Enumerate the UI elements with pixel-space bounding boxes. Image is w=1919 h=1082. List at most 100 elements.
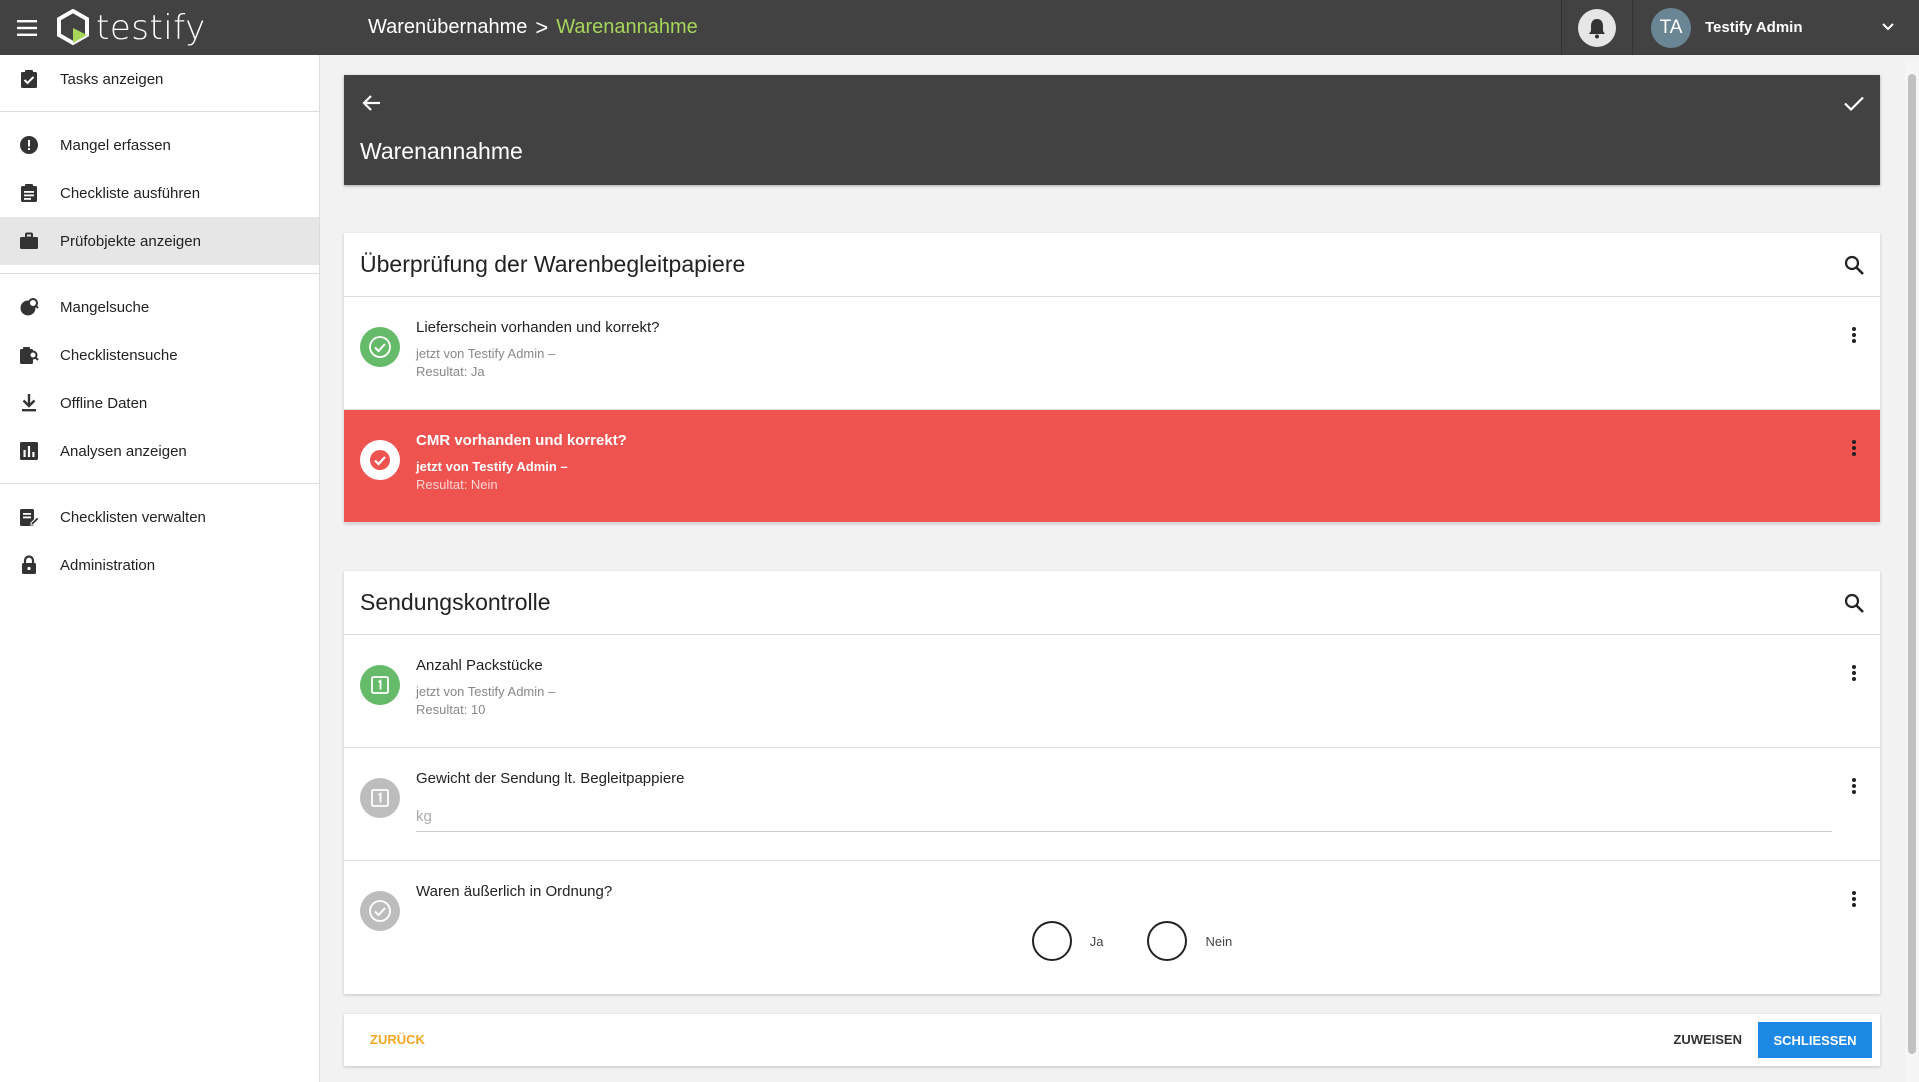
checklist-item-failed[interactable]: CMR vorhanden und korrekt? jetzt von Tes… [344,410,1880,523]
lock-icon [18,554,40,576]
sidebar-item-label: Checklistensuche [60,346,178,364]
sidebar-item-label: Checklisten verwalten [60,508,206,526]
radio-option-nein[interactable]: Nein [1147,921,1232,961]
download-icon [18,392,40,414]
breadcrumb: Warenübernahme > Warenannahme [368,15,698,41]
sidebar-item-label: Mangelsuche [60,298,150,316]
back-button[interactable]: ZURÜCK [370,1032,425,1047]
scrollbar-thumb[interactable] [1908,74,1916,1054]
search-icon[interactable] [1842,591,1866,615]
sidebar-item-analysen[interactable]: Analysen anzeigen [0,427,319,475]
sidebar-item-pruefobjekte[interactable]: Prüfobjekte anzeigen [0,217,319,265]
testify-logo[interactable]: testify [56,8,366,48]
edit-document-icon [18,506,40,528]
radio-circle[interactable] [1031,921,1072,961]
item-title: CMR vorhanden und korrekt? [416,432,627,449]
notifications-button[interactable] [1561,0,1633,55]
section-header: Überprüfung der Warenbegleitpapiere [344,233,1880,297]
sidebar-item-label: Analysen anzeigen [60,442,187,460]
item-meta: jetzt von Testify Admin – Resultat: 10 [416,683,555,719]
arrow-back-icon[interactable] [358,89,386,117]
close-button[interactable]: SCHLIESSEN [1758,1022,1872,1058]
status-fail-icon [360,440,400,480]
checklist-item[interactable]: Lieferschein vorhanden und korrekt? jetz… [344,297,1880,410]
more-vert-icon[interactable] [1844,774,1864,798]
sidebar-divider [0,111,319,112]
sidebar-item-label: Administration [60,556,156,574]
more-vert-icon[interactable] [1844,436,1864,460]
sidebar-item-label: Prüfobjekte anzeigen [60,232,201,250]
item-meta: jetzt von Testify Admin – Resultat: Ja [416,345,555,381]
sidebar-item-label: Mangel erfassen [60,136,171,154]
radio-circle[interactable] [1147,921,1188,961]
status-ok-icon [360,327,400,367]
user-name: Testify Admin [1705,19,1803,36]
more-vert-icon[interactable] [1844,323,1864,347]
item-title: Waren äußerlich in Ordnung? [416,883,613,900]
sidebar-item-label: Offline Daten [60,394,148,412]
item-title: Gewicht der Sendung lt. Begleitpappiere [416,770,685,787]
sidebar-item-offline-daten[interactable]: Offline Daten [0,379,319,427]
more-vert-icon[interactable] [1844,661,1864,685]
radio-label: Ja [1089,933,1104,949]
search-icon[interactable] [1842,253,1866,277]
clipboard-check-icon [18,68,40,90]
sidebar-item-administration[interactable]: Administration [0,541,319,589]
sidebar: Tasks anzeigen Mangel erfassen Checklist… [0,55,320,1082]
section-title: Sendungskontrolle [360,589,551,615]
number-done-icon [360,665,400,705]
bell-icon [1578,8,1616,47]
action-footer: ZURÜCK ZUWEISEN SCHLIESSEN [344,1014,1880,1066]
alert-circle-icon [18,134,40,156]
section-header: Sendungskontrolle [344,571,1880,635]
sidebar-divider [0,273,319,274]
sidebar-item-mangel-erfassen[interactable]: Mangel erfassen [0,121,319,169]
item-result: Resultat: 10 [416,702,486,717]
logo-text: testify [96,7,206,48]
search-checklist-icon [18,344,40,366]
more-vert-icon[interactable] [1844,887,1864,911]
scrollbar[interactable] [1905,60,1919,1082]
radio-option-ja[interactable]: Ja [1031,921,1104,961]
weight-input[interactable] [416,802,1832,832]
main-content: Warenannahme Überprüfung der Warenbeglei… [344,75,1880,1066]
menu-icon[interactable] [0,0,56,55]
item-result: Resultat: Nein [416,477,498,492]
sidebar-item-tasks[interactable]: Tasks anzeigen [0,55,319,103]
section-warenbegleitpapiere: Überprüfung der Warenbegleitpapiere Lief… [344,233,1880,523]
radio-group: Ja Nein [344,921,1880,961]
item-title: Lieferschein vorhanden und korrekt? [416,319,660,336]
sidebar-item-checklistensuche[interactable]: Checklistensuche [0,331,319,379]
search-defect-icon [18,296,40,318]
page-title: Warenannahme [360,138,523,164]
section-title: Überprüfung der Warenbegleitpapiere [360,251,746,277]
checklist-item: Gewicht der Sendung lt. Begleitpappiere [344,748,1880,861]
breadcrumb-separator: > [535,14,549,40]
sidebar-item-checklisten-verwalten[interactable]: Checklisten verwalten [0,493,319,541]
item-author: jetzt von Testify Admin – [416,346,556,361]
breadcrumb-parent[interactable]: Warenübernahme [368,16,527,39]
chart-icon [18,440,40,462]
assign-button[interactable]: ZUWEISEN [1673,1032,1742,1047]
checklist-item: Waren äußerlich in Ordnung? Ja Nein [344,861,1880,994]
topbar-actions: TA Testify Admin [1561,0,1919,55]
breadcrumb-current: Warenannahme [556,16,698,38]
item-author: jetzt von Testify Admin – [416,684,556,699]
briefcase-icon [18,230,40,252]
checklist-header: Warenannahme [344,75,1880,185]
item-author: jetzt von Testify Admin – [416,459,568,474]
chevron-down-icon [1882,23,1894,31]
user-menu[interactable]: TA Testify Admin [1633,0,1919,55]
check-icon[interactable] [1840,89,1868,117]
sidebar-item-checkliste-ausfuehren[interactable]: Checkliste ausführen [0,169,319,217]
checklist-item[interactable]: Anzahl Packstücke jetzt von Testify Admi… [344,635,1880,748]
sidebar-divider [0,483,319,484]
sidebar-item-mangelsuche[interactable]: Mangelsuche [0,283,319,331]
avatar: TA [1651,7,1691,48]
testify-logo-icon [57,8,89,45]
section-sendungskontrolle: Sendungskontrolle Anzahl Packstücke jetz… [344,571,1880,994]
number-open-icon [360,778,400,818]
item-meta: jetzt von Testify Admin – Resultat: Nein [416,458,568,494]
radio-label: Nein [1205,933,1233,949]
clipboard-list-icon [18,182,40,204]
